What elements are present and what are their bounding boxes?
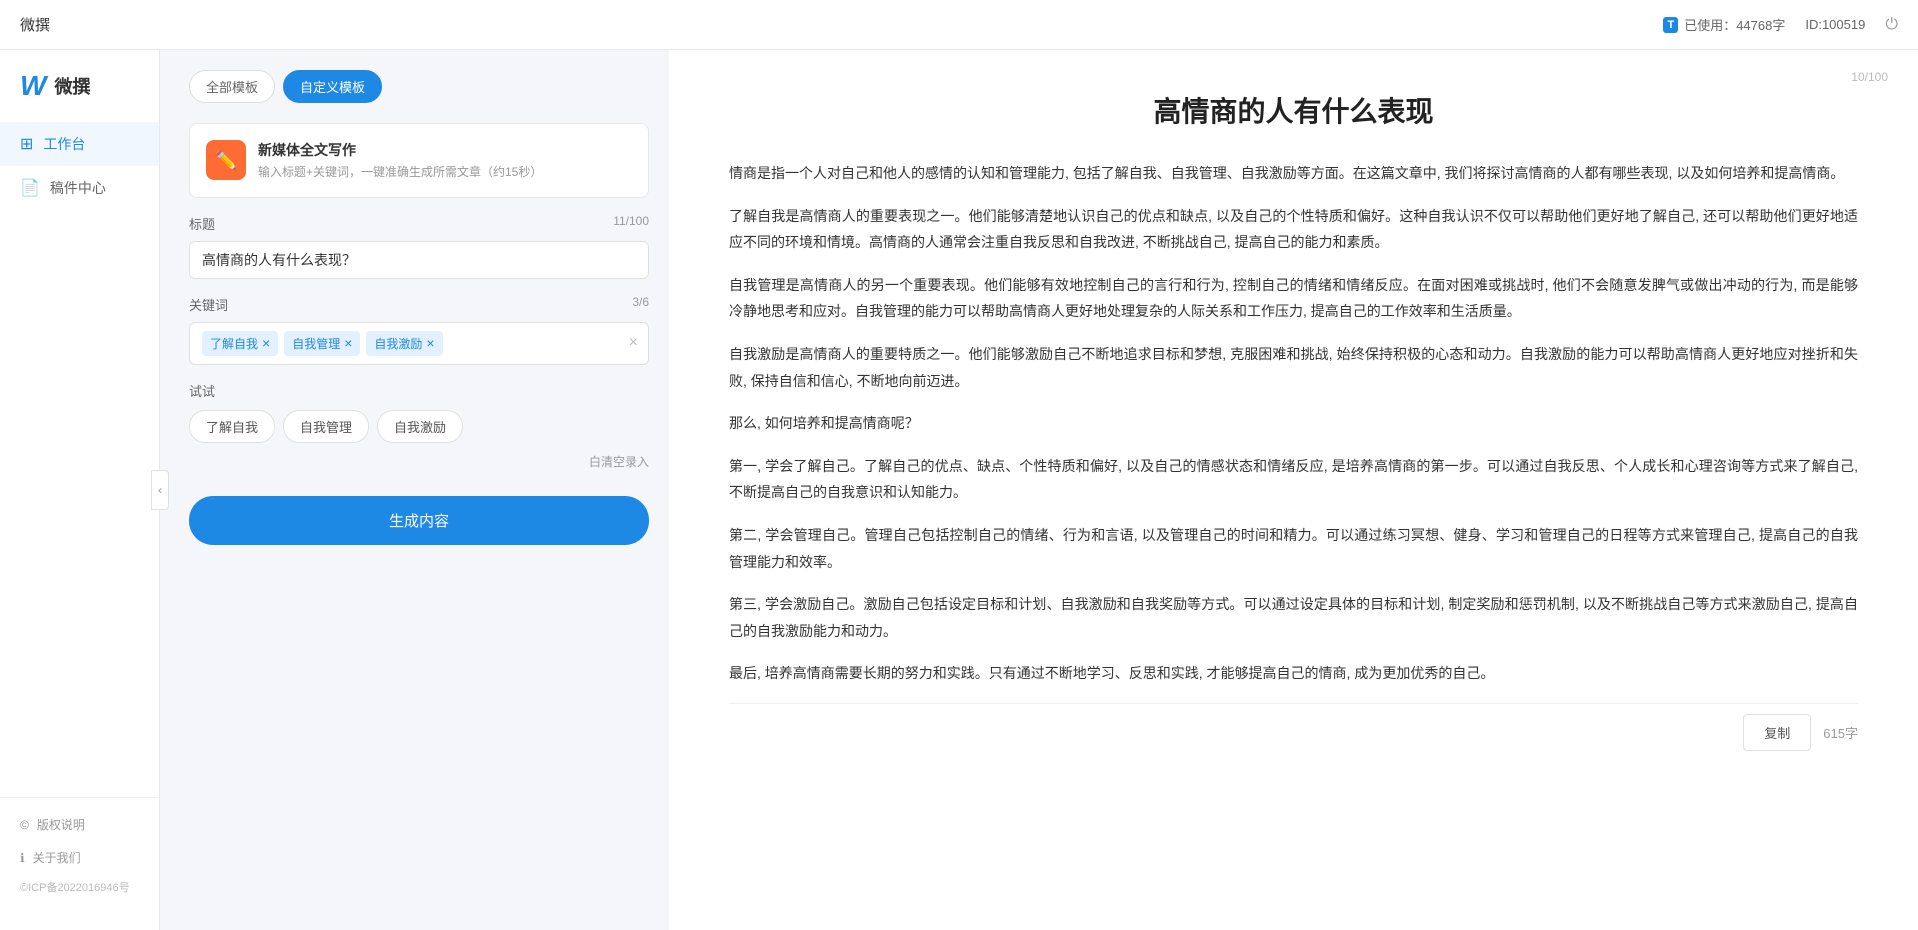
sidebar: W 微撰 ⊞ 工作台 📄 稿件中心 © 版权说明 ℹ 关于我们 [0,50,160,930]
trial-label: 试试 [189,381,649,400]
sidebar-label-workbench: 工作台 [43,134,85,154]
logo-w: W [20,70,46,102]
trial-section: 试试 了解自我 自我管理 自我激励 白清空录入 [189,381,649,470]
sidebar-label-drafts: 稿件中心 [50,178,106,198]
preview-para-0: 情商是指一个人对自己和他人的感情的认知和管理能力, 包括了解自我、自我管理、自我… [729,160,1858,187]
clear-link[interactable]: 白清空录入 [189,453,649,470]
sidebar-item-workbench[interactable]: ⊞ 工作台 [0,122,159,166]
keyword-label: 关键词 [189,295,228,314]
content-panel: 全部模板 自定义模板 ✏️ 新媒体全文写作 输入标题+关键词，一键准确生成所需文… [169,50,669,930]
sidebar-logo: W 微撰 [0,70,159,122]
trial-tags: 了解自我 自我管理 自我激励 [189,410,649,443]
sidebar-item-drafts[interactable]: 📄 稿件中心 [0,166,159,210]
keyword-tag-1: 了解自我 × [202,331,278,356]
keyword-label-row: 关键词 3/6 [189,295,649,314]
logo-text: 微撰 [54,73,90,99]
keyword-remove-3[interactable]: × [426,335,434,351]
preview-para-6: 第二, 学会管理自己。管理自己包括控制自己的情绪、行为和言语, 以及管理自己的时… [729,522,1858,575]
generate-button[interactable]: 生成内容 [189,496,649,545]
sidebar-bottom: © 版权说明 ℹ 关于我们 ©ICP备2022016946号 [0,797,159,910]
icp-text: ©ICP备2022016946号 [0,874,159,900]
template-desc: 输入标题+关键词，一键准确生成所需文章（约15秒） [258,164,542,181]
sidebar-label-copyright: 版权说明 [37,816,85,833]
sidebar-nav: ⊞ 工作台 📄 稿件中心 [0,122,159,210]
preview-title: 高情商的人有什么表现 [729,90,1858,130]
template-info: 新媒体全文写作 输入标题+关键词，一键准确生成所需文章（约15秒） [258,140,542,181]
preview-para-3: 自我激励是高情商人的重要特质之一。他们能够激励自己不断地追求目标和梦想, 克服困… [729,341,1858,394]
preview-para-7: 第三, 学会激励自己。激励自己包括设定目标和计划、自我激励和自我奖励等方式。可以… [729,591,1858,644]
topbar-right: T 已使用：44768字 ID:100519 ⏻ [1663,15,1898,34]
trial-tag-3[interactable]: 自我激励 [377,410,463,443]
copyright-icon: © [20,818,29,832]
copy-button[interactable]: 复制 [1743,714,1811,751]
drafts-icon: 📄 [20,178,40,198]
usage-icon: T [1663,17,1678,33]
preview-footer: 复制 615字 [729,703,1858,761]
user-id: ID:100519 [1805,17,1865,32]
usage-info: T 已使用：44768字 [1663,15,1785,34]
title-label: 标题 [189,214,215,233]
keyword-remove-2[interactable]: × [344,335,352,351]
title-input[interactable] [189,241,649,279]
trial-tag-2[interactable]: 自我管理 [283,410,369,443]
template-card-icon: ✏️ [206,140,246,180]
keyword-counter: 3/6 [632,295,649,314]
sidebar-item-about[interactable]: ℹ 关于我们 [0,841,159,874]
keyword-box[interactable]: 了解自我 × 自我管理 × 自我激励 × × [189,322,649,365]
keyword-clear-icon[interactable]: × [629,334,638,352]
sidebar-item-copyright[interactable]: © 版权说明 [0,808,159,841]
sidebar-label-about: 关于我们 [33,849,81,866]
topbar-title: 微撰 [20,14,50,35]
usage-label: 已使用：44768字 [1684,15,1785,34]
keyword-remove-1[interactable]: × [262,335,270,351]
preview-panel: 10/100 高情商的人有什么表现 情商是指一个人对自己和他人的感情的认知和管理… [669,50,1918,930]
title-label-row: 标题 11/100 [189,214,649,233]
tab-custom[interactable]: 自定义模板 [283,70,382,103]
about-icon: ℹ [20,851,25,865]
collapse-button[interactable]: ‹ [151,470,169,510]
preview-para-4: 那么, 如何培养和提高情商呢？ [729,410,1858,437]
preview-para-2: 自我管理是高情商人的另一个重要表现。他们能够有效地控制自己的言行和行为, 控制自… [729,272,1858,325]
trial-tag-1[interactable]: 了解自我 [189,410,275,443]
keyword-tag-3: 自我激励 × [366,331,442,356]
title-section: 标题 11/100 [189,214,649,279]
word-count: 615字 [1823,723,1858,742]
title-counter: 11/100 [613,214,649,233]
preview-para-5: 第一, 学会了解自己。了解自己的优点、缺点、个性特质和偏好, 以及自己的情感状态… [729,453,1858,506]
tab-bar: 全部模板 自定义模板 [189,70,649,103]
template-title: 新媒体全文写作 [258,140,542,160]
preview-para-8: 最后, 培养高情商需要长期的努力和实践。只有通过不断地学习、反思和实践, 才能够… [729,660,1858,687]
power-icon[interactable]: ⏻ [1885,16,1898,34]
keyword-section: 关键词 3/6 了解自我 × 自我管理 × 自我激励 × × [189,295,649,365]
preview-para-1: 了解自我是高情商人的重要表现之一。他们能够清楚地认识自己的优点和缺点, 以及自己… [729,203,1858,256]
page-counter: 10/100 [1851,70,1888,84]
workbench-icon: ⊞ [20,134,33,154]
keyword-tag-2: 自我管理 × [284,331,360,356]
sidebar-top: W 微撰 ⊞ 工作台 📄 稿件中心 [0,70,159,210]
topbar: 微撰 T 已使用：44768字 ID:100519 ⏻ [0,0,1918,50]
tab-all[interactable]: 全部模板 [189,70,275,103]
main-layout: W 微撰 ⊞ 工作台 📄 稿件中心 © 版权说明 ℹ 关于我们 [0,50,1918,930]
preview-content: 情商是指一个人对自己和他人的感情的认知和管理能力, 包括了解自我、自我管理、自我… [729,160,1858,687]
template-card[interactable]: ✏️ 新媒体全文写作 输入标题+关键词，一键准确生成所需文章（约15秒） [189,123,649,198]
